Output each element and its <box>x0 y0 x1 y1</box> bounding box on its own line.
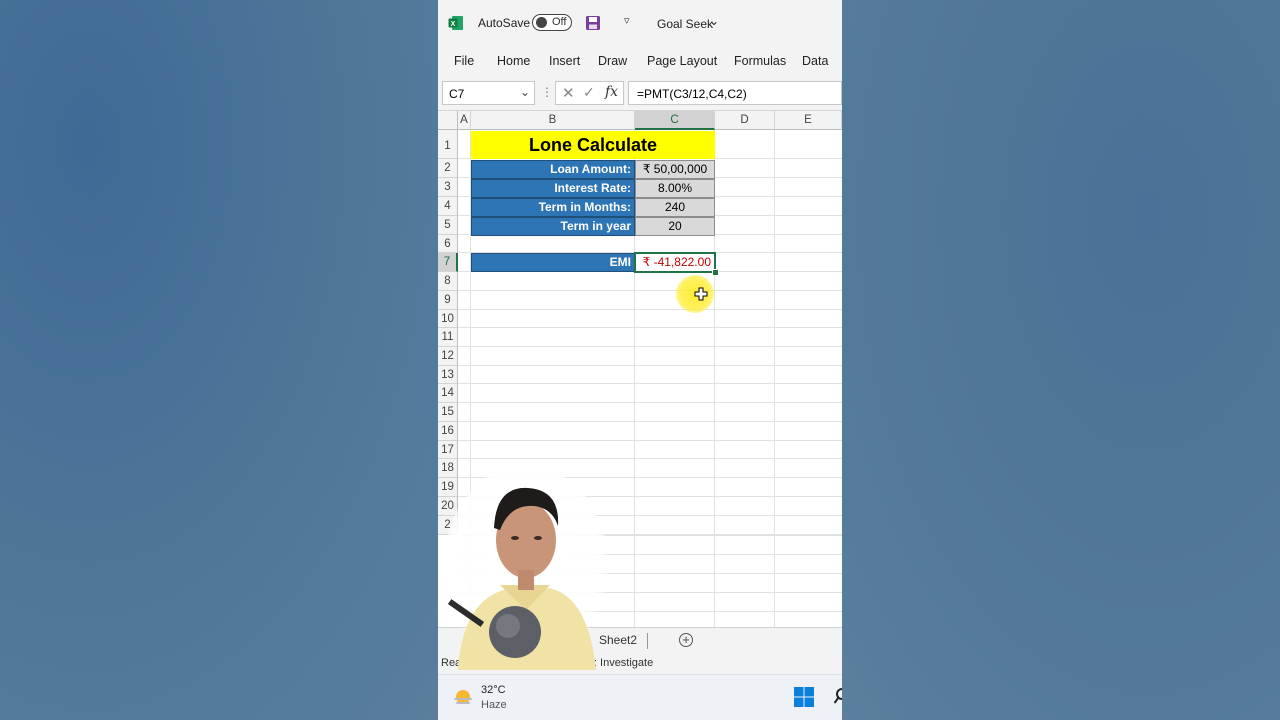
svg-text:X: X <box>451 21 456 28</box>
column-header-c[interactable]: C <box>635 111 715 130</box>
column-header-a[interactable]: A <box>458 111 471 130</box>
weather-haze-icon[interactable] <box>452 686 474 708</box>
ribbon-tabs: File Home Insert Draw Page Layout Formul… <box>438 46 842 78</box>
column-header-d[interactable]: D <box>715 111 775 130</box>
loan-amount-value[interactable]: ₹ 50,00,000 <box>635 160 715 179</box>
tab-formulas[interactable]: Formulas <box>734 54 786 68</box>
row-header[interactable]: 16 <box>438 422 458 441</box>
row-gridline <box>458 402 842 403</box>
background-left <box>0 0 438 720</box>
name-box-value: C7 <box>449 87 465 101</box>
tab-file[interactable]: File <box>454 54 474 68</box>
row-gridline <box>458 458 842 459</box>
tab-divider <box>647 633 648 649</box>
search-icon[interactable] <box>834 687 842 707</box>
row-header[interactable]: 4 <box>438 197 458 216</box>
tab-draw[interactable]: Draw <box>598 54 627 68</box>
row-header[interactable]: 3 <box>438 178 458 197</box>
row-gridline <box>458 290 842 291</box>
interest-rate-label[interactable]: Interest Rate: <box>471 179 635 198</box>
cell-cursor-icon <box>694 287 708 301</box>
row-gridline <box>458 327 842 328</box>
enter-check-icon[interactable]: ✓ <box>583 84 595 101</box>
row-header[interactable]: 10 <box>438 310 458 328</box>
add-sheet-icon[interactable]: + <box>679 633 693 647</box>
column-header-e[interactable]: E <box>775 111 842 130</box>
autosave-state: Off <box>552 16 567 28</box>
emi-value[interactable]: ₹ -41,822.00 <box>634 252 716 273</box>
formula-controls: ✕ ✓ fx <box>555 81 624 105</box>
chevron-down-icon[interactable]: ⌄ <box>709 14 719 28</box>
tab-insert[interactable]: Insert <box>549 54 580 68</box>
save-icon[interactable] <box>585 15 601 31</box>
row-header[interactable]: 7 <box>438 253 458 272</box>
term-months-value[interactable]: 240 <box>635 198 715 217</box>
cancel-icon[interactable]: ✕ <box>562 84 575 102</box>
windows-start-icon[interactable] <box>793 686 815 708</box>
autosave-toggle[interactable]: Off <box>532 14 572 31</box>
insert-function-icon[interactable]: fx <box>605 84 618 100</box>
fill-handle[interactable] <box>712 269 719 276</box>
row-header[interactable]: 9 <box>438 291 458 310</box>
row-gridline <box>458 421 842 422</box>
background-right <box>842 0 1280 720</box>
row-header[interactable]: 15 <box>438 403 458 422</box>
term-year-value[interactable]: 20 <box>635 217 715 236</box>
select-all-corner[interactable] <box>438 111 458 130</box>
title-cell[interactable]: Lone Calculate <box>471 131 715 159</box>
temperature: 32°C <box>481 684 506 696</box>
term-months-label[interactable]: Term in Months: <box>471 198 635 217</box>
row-header[interactable]: 17 <box>438 441 458 459</box>
row-header[interactable]: 6 <box>438 235 458 253</box>
formula-input[interactable]: =PMT(C3/12,C4,C2) <box>628 81 842 105</box>
tab-data[interactable]: Data <box>802 54 828 68</box>
autosave-label: AutoSave <box>478 16 531 30</box>
webcam-overlay <box>444 470 608 670</box>
chevron-down-icon[interactable]: ⌄ <box>520 85 530 99</box>
more-options-icon[interactable]: ⋮ <box>541 85 553 99</box>
formula-text: =PMT(C3/12,C4,C2) <box>637 87 747 101</box>
row-header[interactable]: 1 <box>438 130 458 159</box>
weather-condition: Haze <box>481 699 507 711</box>
customize-qat-icon[interactable]: ▿ <box>624 14 630 27</box>
column-header-b[interactable]: B <box>471 111 635 130</box>
row-header[interactable]: 14 <box>438 384 458 403</box>
toggle-knob <box>536 17 547 28</box>
tab-home[interactable]: Home <box>497 54 530 68</box>
row-gridline <box>458 440 842 441</box>
row-header[interactable]: 13 <box>438 366 458 384</box>
row-header[interactable]: 11 <box>438 328 458 347</box>
taskbar: 32°C Haze <box>438 674 842 720</box>
name-box[interactable]: C7 ⌄ <box>442 81 535 105</box>
interest-rate-value[interactable]: 8.00% <box>635 179 715 198</box>
row-gridline <box>458 309 842 310</box>
column-gridline <box>774 130 775 627</box>
row-header[interactable]: 2 <box>438 159 458 178</box>
excel-logo-icon: X <box>448 16 463 30</box>
title-bar: X AutoSave Off ▿ Goal Seek ⌄ <box>438 0 842 46</box>
tab-page-layout[interactable]: Page Layout <box>647 54 717 68</box>
document-title[interactable]: Goal Seek <box>657 17 713 31</box>
row-gridline <box>458 346 842 347</box>
row-gridline <box>458 383 842 384</box>
row-header[interactable]: 12 <box>438 347 458 366</box>
formula-bar: C7 ⌄ ⋮ ✕ ✓ fx =PMT(C3/12,C4,C2) <box>438 78 842 111</box>
row-gridline <box>458 365 842 366</box>
row-header[interactable]: 8 <box>438 272 458 291</box>
term-year-label[interactable]: Term in year <box>471 217 635 236</box>
emi-label[interactable]: EMI <box>471 253 635 272</box>
row-header[interactable]: 5 <box>438 216 458 235</box>
loan-amount-label[interactable]: Loan Amount: <box>471 160 635 179</box>
